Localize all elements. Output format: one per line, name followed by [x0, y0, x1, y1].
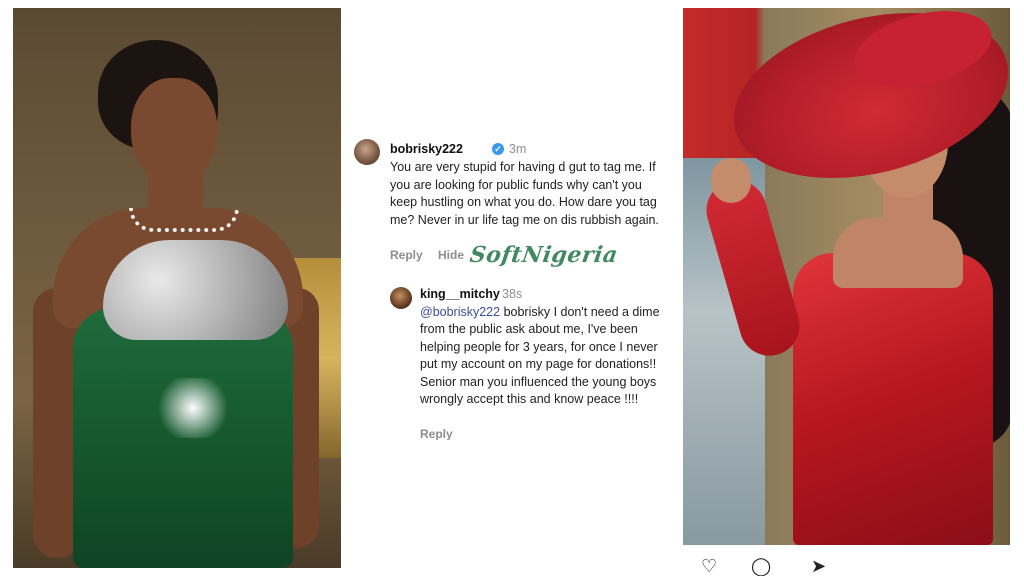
- reply-button[interactable]: Reply: [390, 248, 423, 262]
- green-dress: [73, 308, 293, 568]
- reply-body: bobrisky I don't need a dime from the pu…: [420, 305, 660, 407]
- reply-username[interactable]: king__mitchy: [420, 287, 500, 301]
- heart-icon[interactable]: ♡: [701, 557, 723, 575]
- share-icon[interactable]: ➤: [811, 557, 833, 575]
- comment-icon[interactable]: ◯: [751, 557, 773, 575]
- avatar[interactable]: [354, 139, 380, 165]
- hide-button[interactable]: Hide: [438, 248, 464, 262]
- reply-button[interactable]: Reply: [420, 427, 453, 440]
- face: [131, 78, 217, 186]
- left-photo-woman-green-gown: [13, 8, 341, 568]
- hand: [711, 158, 751, 203]
- red-latex-dress: [793, 253, 993, 545]
- beaded-bodice: [103, 240, 288, 340]
- comment-text: You are very stupid for having d gut to …: [390, 160, 659, 227]
- post-action-bar: ♡ ◯ ➤: [683, 545, 1010, 575]
- watermark-logo: SoftNigeria: [468, 242, 620, 268]
- reply-timestamp: 38s: [502, 287, 523, 301]
- avatar[interactable]: [390, 287, 412, 309]
- comment-thread: bobrisky222 ✓ 3m You are very stupid for…: [350, 130, 675, 440]
- right-photo-red-outfit: [683, 8, 1010, 545]
- verified-badge-icon: ✓: [492, 143, 504, 155]
- necklace: [129, 208, 239, 232]
- comment-username[interactable]: bobrisky222: [390, 142, 463, 156]
- dress-embellishment: [153, 378, 233, 438]
- mention-link[interactable]: @bobrisky222: [420, 305, 500, 319]
- reply-text: @bobrisky222 bobrisky I don't need a dim…: [420, 304, 670, 408]
- comment-timestamp: 3m: [509, 142, 527, 156]
